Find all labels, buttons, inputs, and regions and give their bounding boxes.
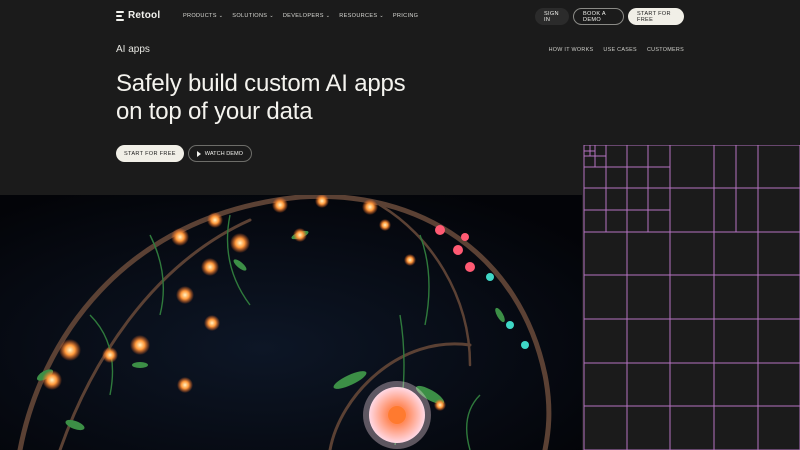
hero-start-free-button[interactable]: START FOR FREE: [116, 145, 184, 162]
hero-heading: Safely build custom AI apps on top of yo…: [116, 70, 476, 126]
menu-item-label: DEVELOPERS: [282, 13, 324, 19]
hero-heading-line-2: on top of your data: [116, 98, 313, 125]
brand-name: Retool: [128, 10, 161, 21]
watch-demo-label: WATCH DEMO: [204, 150, 243, 157]
menu-item-label: SOLUTIONS: [232, 13, 268, 19]
retool-logo-icon: [116, 10, 124, 21]
main-menu: PRODUCTS ⌄ SOLUTIONS ⌄ DEVELOPERS ⌄ RESOURC…: [183, 13, 418, 19]
decorative-grid-pattern: [582, 145, 800, 450]
menu-item-solutions[interactable]: SOLUTIONS ⌄: [232, 13, 274, 19]
chevron-down-icon: ⌄: [325, 12, 331, 19]
menu-item-label: RESOURCES: [339, 13, 378, 19]
hero-cta-row: START FOR FREE WATCH DEMO: [116, 145, 252, 162]
menu-item-developers[interactable]: DEVELOPERS ⌄: [283, 13, 330, 19]
nav-actions: SIGN IN BOOK A DEMO START FOR FREE: [535, 8, 684, 25]
subnav-link-use-cases[interactable]: USE CASES: [603, 47, 637, 53]
section-subnav: AI apps HOW IT WORKS USE CASES CUSTOMERS: [116, 42, 684, 58]
grid-lines-graphic: [583, 145, 800, 450]
top-navigation: Retool PRODUCTS ⌄ SOLUTIONS ⌄ DEVELOPERS ⌄ …: [0, 0, 800, 34]
hero-flower-wreath-image: [0, 195, 582, 450]
retool-logo[interactable]: Retool: [116, 10, 160, 21]
subnav-link-customers[interactable]: CUSTOMERS: [647, 47, 684, 53]
menu-item-resources[interactable]: RESOURCES ⌄: [339, 13, 384, 19]
start-free-button[interactable]: START FOR FREE: [628, 8, 684, 25]
watch-demo-button[interactable]: WATCH DEMO: [187, 145, 252, 162]
section-title: AI apps: [116, 44, 150, 55]
menu-item-products[interactable]: PRODUCTS ⌄: [183, 13, 223, 19]
menu-item-pricing[interactable]: PRICING: [393, 13, 418, 19]
menu-item-label: PRODUCTS: [183, 13, 217, 19]
chevron-down-icon: ⌄: [379, 12, 384, 19]
hero-heading-line-1: Safely build custom AI apps: [116, 70, 406, 97]
book-demo-button[interactable]: BOOK A DEMO: [573, 8, 624, 25]
subnav-links: HOW IT WORKS USE CASES CUSTOMERS: [549, 47, 684, 53]
play-icon: [196, 150, 201, 157]
sign-in-button[interactable]: SIGN IN: [535, 8, 569, 25]
flower-wreath-illustration: [0, 195, 582, 450]
subnav-link-how-it-works[interactable]: HOW IT WORKS: [549, 47, 594, 53]
chevron-down-icon: ⌄: [218, 12, 224, 19]
menu-item-label: PRICING: [392, 13, 419, 19]
chevron-down-icon: ⌄: [269, 12, 274, 19]
